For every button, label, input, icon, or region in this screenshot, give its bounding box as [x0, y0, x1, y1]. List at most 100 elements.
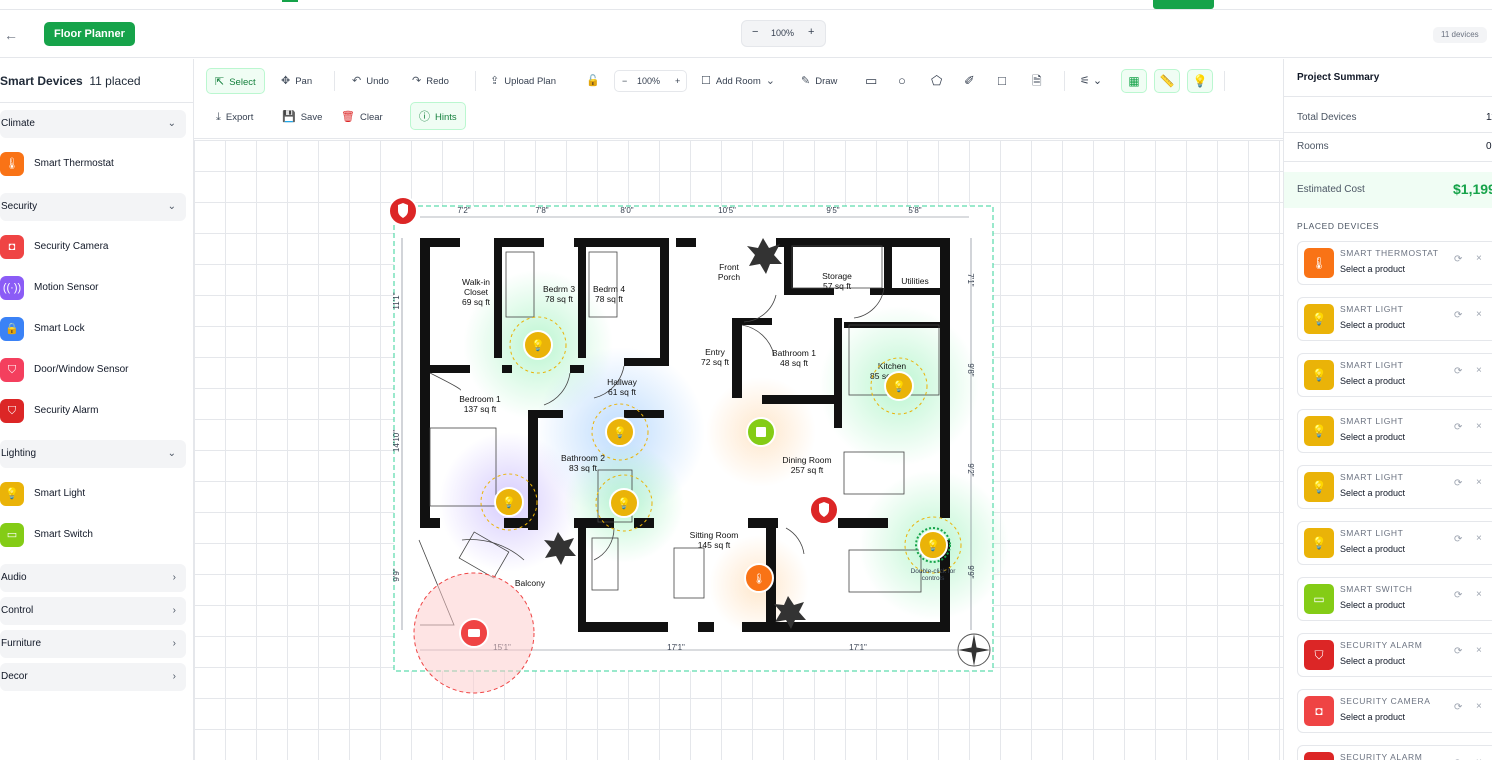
placed-device-card[interactable]: 💡SMART LIGHTSelect a product⟳×	[1297, 297, 1492, 341]
placed-device-card[interactable]: 💡SMART LIGHTSelect a product⟳×	[1297, 465, 1492, 509]
category-climate[interactable]: Climate⌄	[0, 110, 186, 138]
add-room-dropdown[interactable]: ☐Add Room⌄	[701, 68, 780, 94]
circle-tool-icon[interactable]: ○	[898, 68, 906, 94]
refresh-icon[interactable]: ⟳	[1454, 702, 1462, 713]
grid-toggle-icon[interactable]: ▦	[1121, 69, 1147, 93]
active-top-tab[interactable]	[1153, 0, 1214, 9]
document-tool-icon[interactable]: 🗎	[1032, 68, 1042, 94]
category-control[interactable]: Control›	[0, 597, 186, 625]
clear-button[interactable]: 🗑Clear	[341, 104, 383, 130]
close-icon[interactable]: ×	[1476, 309, 1482, 320]
category-decor[interactable]: Decor›	[0, 663, 186, 691]
placed-device-card[interactable]: ⛉SECURITY ALARMSelect a product⟳×	[1297, 745, 1492, 760]
bulb-toggle-icon[interactable]: 💡	[1187, 69, 1213, 93]
product-select[interactable]: Select a product	[1340, 656, 1405, 666]
product-select[interactable]: Select a product	[1340, 712, 1405, 722]
cost-label: Estimated Cost	[1297, 184, 1365, 195]
room-name: Dining Room	[782, 455, 831, 465]
bulb-icon: 💡	[1304, 472, 1334, 502]
placed-device-card[interactable]: 💡SMART LIGHTSelect a product⟳×	[1297, 521, 1492, 565]
zoom-value: 100%	[771, 28, 794, 38]
bulb-icon: 💡	[1304, 416, 1334, 446]
button-label: Export	[226, 112, 253, 123]
arrow-left-icon[interactable]: ←	[4, 27, 18, 43]
product-select[interactable]: Select a product	[1340, 264, 1405, 274]
room-name: Closet	[464, 287, 489, 297]
save-button[interactable]: 💾Save	[282, 104, 322, 130]
refresh-icon[interactable]: ⟳	[1454, 422, 1462, 433]
placed-device-card[interactable]: 🌡SMART THERMOSTATSelect a product⟳×	[1297, 241, 1492, 285]
bulb-icon: 💡	[892, 380, 906, 393]
product-select[interactable]: Select a product	[1340, 488, 1405, 498]
placed-device-card[interactable]: 💡SMART LIGHTSelect a product⟳×	[1297, 409, 1492, 453]
placed-device-card[interactable]: ⛉SECURITY ALARMSelect a product⟳×	[1297, 633, 1492, 677]
product-select[interactable]: Select a product	[1340, 600, 1405, 610]
divider	[1064, 71, 1065, 91]
zoom-in-button[interactable]: +	[808, 26, 814, 38]
polygon-tool-icon[interactable]: ⬠	[931, 68, 942, 94]
dim-right-4: 9'9"	[966, 565, 975, 578]
refresh-icon[interactable]: ⟳	[1454, 646, 1462, 657]
upload-icon: ⇪	[490, 75, 499, 87]
redo-button[interactable]: ↷Redo	[412, 68, 449, 94]
product-select[interactable]: Select a product	[1340, 432, 1405, 442]
floor-plan-svg[interactable]: 7'2" 7'8" 8'0" 10'5" 9'5" 5'8" 15'1" 17'…	[194, 140, 1283, 760]
ruler-toggle-icon[interactable]: 📏	[1154, 69, 1180, 93]
zoom-out-button[interactable]: −	[622, 71, 627, 91]
refresh-icon[interactable]: ⟳	[1454, 310, 1462, 321]
close-icon[interactable]: ×	[1476, 589, 1482, 600]
refresh-icon[interactable]: ⟳	[1454, 254, 1462, 265]
room-name: Bedrm 4	[593, 284, 625, 294]
category-security[interactable]: Security⌄	[0, 193, 186, 221]
product-select[interactable]: Select a product	[1340, 320, 1405, 330]
category-lighting[interactable]: Lighting⌄	[0, 440, 186, 468]
product-select[interactable]: Select a product	[1340, 544, 1405, 554]
close-icon[interactable]: ×	[1476, 477, 1482, 488]
hint-label: controls	[922, 575, 946, 582]
dim-right-1: 7'1"	[966, 273, 975, 286]
placed-device-card[interactable]: ◘SECURITY CAMERASelect a product⟳×	[1297, 689, 1492, 733]
close-icon[interactable]: ×	[1476, 645, 1482, 656]
close-icon[interactable]: ×	[1476, 365, 1482, 376]
undo-button[interactable]: ↶Undo	[352, 68, 389, 94]
help-circle-icon: ⓘ	[419, 111, 430, 123]
app-title-badge[interactable]: Floor Planner	[44, 22, 135, 46]
camera-icon	[468, 629, 480, 637]
hints-button[interactable]: ⓘHints	[410, 102, 466, 130]
product-select[interactable]: Select a product	[1340, 376, 1405, 386]
draw-button[interactable]: ✎Draw	[801, 68, 837, 94]
zoom-in-button[interactable]: +	[675, 71, 680, 91]
placed-device-card[interactable]: 💡SMART LIGHTSelect a product⟳×	[1297, 353, 1492, 397]
category-audio[interactable]: Audio›	[0, 564, 186, 592]
settings-sliders-icon[interactable]: ⚟ ⌄	[1080, 68, 1102, 94]
close-icon[interactable]: ×	[1476, 701, 1482, 712]
placed-device-card[interactable]: ▭SMART SWITCHSelect a product⟳×	[1297, 577, 1492, 621]
refresh-icon[interactable]: ⟳	[1454, 478, 1462, 489]
upload-plan-button[interactable]: ⇪Upload Plan	[490, 68, 556, 94]
close-icon[interactable]: ×	[1476, 421, 1482, 432]
device-label: Motion Sensor	[34, 274, 98, 302]
export-button[interactable]: ⤓Export	[216, 104, 253, 130]
refresh-icon[interactable]: ⟳	[1454, 366, 1462, 377]
project-summary-panel: Project Summary Total Devices11 Rooms0 E…	[1283, 59, 1492, 760]
alarm-icon: ⛉	[1304, 752, 1334, 760]
rooms-row: Rooms0	[1284, 133, 1492, 162]
category-furniture[interactable]: Furniture›	[0, 630, 186, 658]
floor-plan-canvas[interactable]: 7'2" 7'8" 8'0" 10'5" 9'5" 5'8" 15'1" 17'…	[194, 140, 1283, 760]
lock-icon[interactable]: 🔓	[586, 68, 605, 94]
category-label: Decor	[1, 671, 28, 682]
dim-bottom-2: 17'1"	[667, 643, 685, 652]
square-tool-icon[interactable]: □	[998, 68, 1006, 94]
hint-label: Double-click for	[911, 568, 957, 575]
close-icon[interactable]: ×	[1476, 253, 1482, 264]
close-icon[interactable]: ×	[1476, 533, 1482, 544]
refresh-icon[interactable]: ⟳	[1454, 590, 1462, 601]
room-name: Balcony	[515, 578, 546, 588]
select-tool-button[interactable]: ⇱Select	[206, 68, 265, 94]
pen-tool-icon[interactable]: ✐	[964, 68, 975, 94]
pan-tool-button[interactable]: ✥Pan	[281, 68, 312, 94]
alarm-icon: ⛉	[0, 399, 24, 423]
rectangle-tool-icon[interactable]: ▭	[865, 68, 877, 94]
zoom-out-button[interactable]: −	[752, 26, 758, 38]
refresh-icon[interactable]: ⟳	[1454, 534, 1462, 545]
